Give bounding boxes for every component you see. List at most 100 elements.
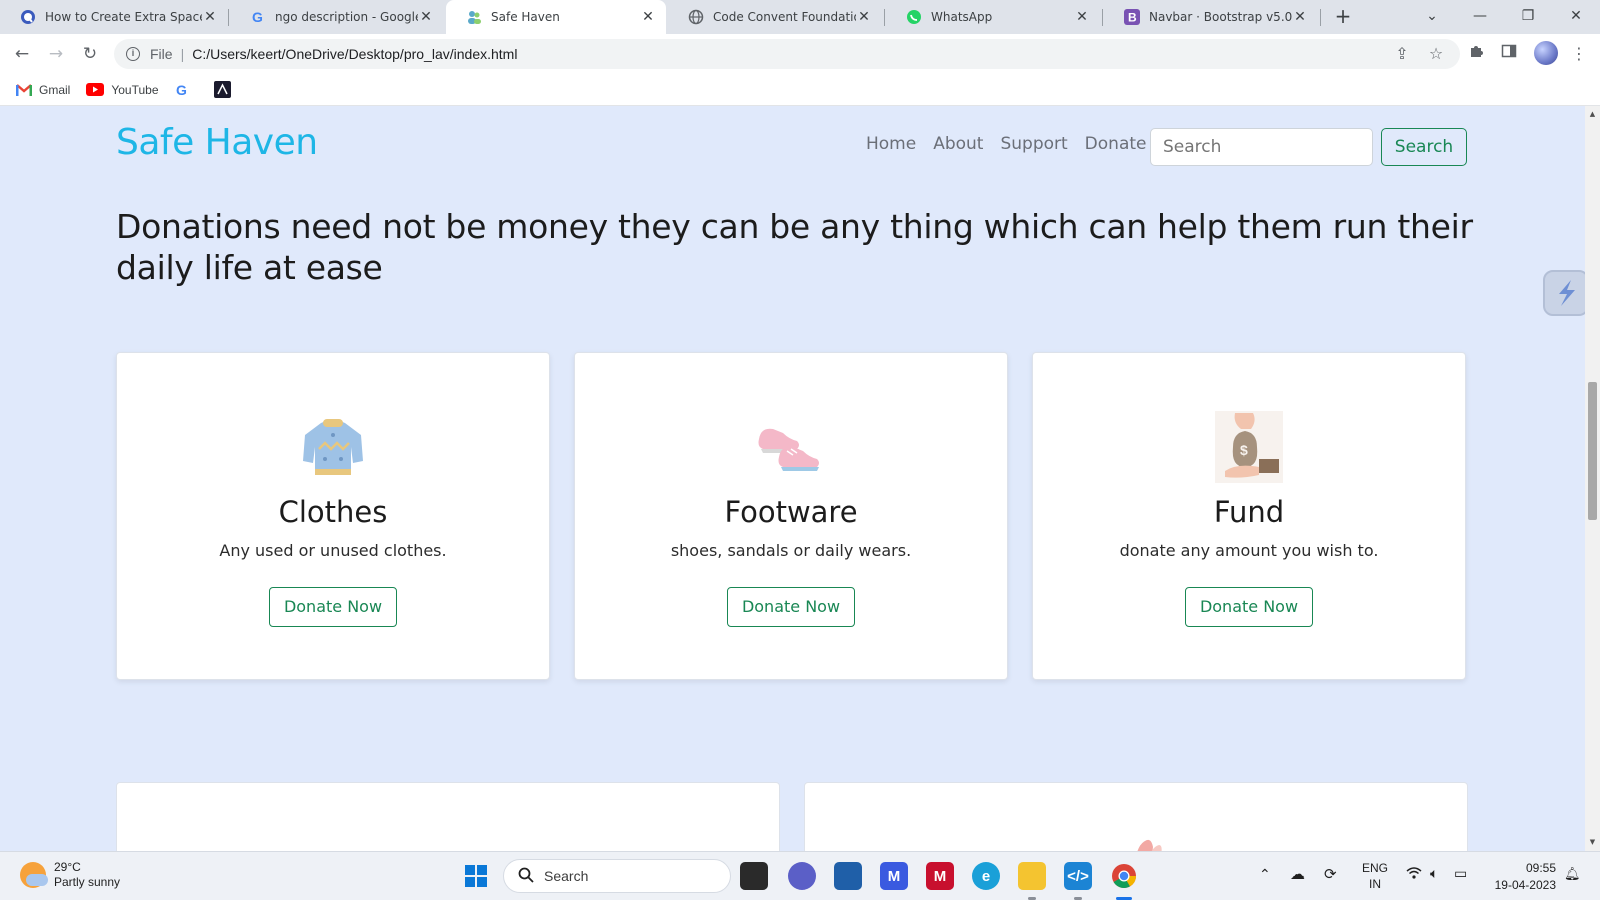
nav-link-donate[interactable]: Donate — [1085, 134, 1147, 154]
new-tab-button[interactable]: + — [1331, 5, 1355, 29]
site-nav: Home About Support Donate — [866, 134, 1163, 154]
url-scheme: File — [150, 46, 173, 62]
input-language[interactable]: ENG IN — [1362, 860, 1388, 892]
close-icon[interactable]: ✕ — [1292, 9, 1308, 25]
scroll-up-icon[interactable]: ▲ — [1588, 110, 1597, 118]
donation-card-clothes: Clothes Any used or unused clothes. Dona… — [116, 352, 550, 680]
onedrive-cloud-icon[interactable]: ☁ — [1290, 865, 1305, 883]
tab-divider — [884, 9, 885, 26]
donate-now-button[interactable]: Donate Now — [727, 587, 855, 627]
task-view-icon[interactable] — [740, 862, 768, 890]
editor-app-icon[interactable]: M — [880, 862, 908, 890]
nav-link-about[interactable]: About — [933, 134, 983, 154]
tray-overflow-chevron-icon[interactable]: ⌃ — [1259, 866, 1271, 883]
url-field[interactable]: i File | C:/Users/keert/OneDrive/Desktop… — [114, 39, 1460, 69]
site-brand[interactable]: Safe Haven — [116, 122, 318, 163]
card-text: Any used or unused clothes. — [219, 541, 447, 560]
close-icon[interactable]: ✕ — [1074, 9, 1090, 25]
page-viewport: Safe Haven Home About Support Donate Sea… — [0, 106, 1585, 851]
sneakers-icon — [753, 409, 829, 485]
star-icon[interactable]: ☆ — [1424, 42, 1448, 66]
wifi-icon[interactable] — [1406, 866, 1422, 882]
close-icon[interactable]: ✕ — [640, 9, 656, 25]
lower-card-left — [116, 782, 780, 851]
edge-browser-icon[interactable]: e — [972, 862, 1000, 890]
window-close-icon[interactable]: ✕ — [1564, 4, 1588, 28]
mcafee-shield-icon[interactable]: M — [926, 862, 954, 890]
site-search-button[interactable]: Search — [1381, 128, 1467, 166]
back-arrow-icon[interactable]: ← — [10, 42, 34, 66]
floating-extension-widget[interactable] — [1543, 270, 1585, 316]
minimize-icon[interactable]: — — [1468, 4, 1492, 28]
page-scrollbar[interactable]: ▲ ▼ — [1585, 106, 1600, 851]
share-icon[interactable]: ⇪ — [1390, 42, 1414, 66]
close-icon[interactable]: ✕ — [856, 9, 872, 25]
microsoft-store-icon[interactable] — [834, 862, 862, 890]
system-clock[interactable]: 09:55 19-04-2023 — [1480, 860, 1556, 894]
donation-card-footware: Footware shoes, sandals or daily wears. … — [574, 352, 1008, 680]
tab-divider — [228, 9, 229, 26]
windows-start-icon[interactable] — [462, 862, 490, 890]
tab-strip: How to Create Extra Space ✕ G ngo descri… — [0, 0, 1600, 34]
extensions-puzzle-icon[interactable] — [1464, 42, 1488, 66]
kebab-menu-icon[interactable]: ⋮ — [1567, 42, 1591, 66]
card-title: Clothes — [278, 495, 388, 529]
address-bar: ← → ↻ i File | C:/Users/keert/OneDrive/D… — [0, 34, 1600, 74]
bookmark-gmail[interactable]: Gmail — [16, 83, 70, 97]
svg-text:$: $ — [1240, 442, 1248, 458]
file-explorer-icon[interactable] — [1018, 862, 1046, 890]
forward-arrow-icon[interactable]: → — [44, 42, 68, 66]
whatsapp-icon — [906, 9, 922, 25]
app-icon — [213, 81, 231, 98]
nav-link-home[interactable]: Home — [866, 134, 916, 154]
chrome-icon[interactable] — [1110, 862, 1138, 890]
partly-sunny-icon — [20, 862, 48, 888]
youtube-icon — [86, 83, 105, 96]
url-divider: | — [180, 46, 185, 62]
teams-chat-icon[interactable] — [788, 862, 816, 890]
reload-icon[interactable]: ↻ — [78, 42, 102, 66]
site-search-input[interactable] — [1150, 128, 1373, 166]
close-icon[interactable]: ✕ — [202, 9, 218, 25]
people-icon — [466, 9, 482, 25]
url-text: C:/Users/keert/OneDrive/Desktop/pro_lav/… — [192, 46, 518, 62]
hands-illustration-icon — [1105, 833, 1175, 851]
info-icon[interactable]: i — [126, 47, 140, 61]
bookmark-youtube[interactable]: YouTube — [86, 83, 159, 97]
donate-now-button[interactable]: Donate Now — [269, 587, 397, 627]
svg-text:G: G — [252, 9, 263, 25]
bookmark-google[interactable]: G — [175, 82, 198, 98]
volume-icon[interactable]: 🔈︎ — [1430, 865, 1438, 882]
tab-safe-haven[interactable]: Safe Haven ✕ — [446, 0, 666, 34]
scroll-down-icon[interactable]: ▼ — [1588, 838, 1597, 846]
gmail-icon — [16, 83, 32, 96]
side-panel-icon[interactable] — [1497, 42, 1521, 66]
donate-now-button[interactable]: Donate Now — [1185, 587, 1313, 627]
weather-widget[interactable]: 29°C Partly sunny — [20, 860, 120, 890]
notification-bell-icon[interactable]: 🔔︎ — [1564, 866, 1581, 882]
money-bag-icon: $ — [1211, 409, 1287, 485]
battery-icon[interactable]: ▭ — [1454, 865, 1467, 882]
profile-avatar[interactable] — [1534, 41, 1558, 65]
google-icon: G — [250, 9, 266, 25]
tab-divider — [1320, 9, 1321, 26]
card-text: shoes, sandals or daily wears. — [670, 541, 912, 560]
scroll-thumb[interactable] — [1588, 382, 1597, 520]
tab-code-convent[interactable]: Code Convent Foundation ✕ — [668, 0, 882, 34]
lower-card-right — [804, 782, 1468, 851]
taskbar-search[interactable]: Search — [503, 859, 731, 893]
tab-how-to-create[interactable]: How to Create Extra Space ✕ — [0, 0, 228, 34]
bookmark-app[interactable] — [213, 81, 238, 98]
sync-icon[interactable]: ⟳ — [1324, 865, 1337, 883]
close-icon[interactable]: ✕ — [418, 9, 434, 25]
tab-navbar-bootstrap[interactable]: B Navbar · Bootstrap v5.0 ✕ — [1104, 0, 1318, 34]
tab-whatsapp[interactable]: WhatsApp ✕ — [886, 0, 1100, 34]
google-icon: G — [175, 82, 191, 98]
globe-icon — [688, 9, 704, 25]
tab-ngo-description[interactable]: G ngo description - Google Se ✕ — [230, 0, 444, 34]
restore-icon[interactable]: ❐ — [1516, 4, 1540, 28]
tab-search-chevron-icon[interactable]: ⌄ — [1420, 4, 1444, 28]
nav-link-support[interactable]: Support — [1000, 134, 1067, 154]
vscode-icon[interactable]: </> — [1064, 862, 1092, 890]
tab-divider — [1102, 9, 1103, 26]
